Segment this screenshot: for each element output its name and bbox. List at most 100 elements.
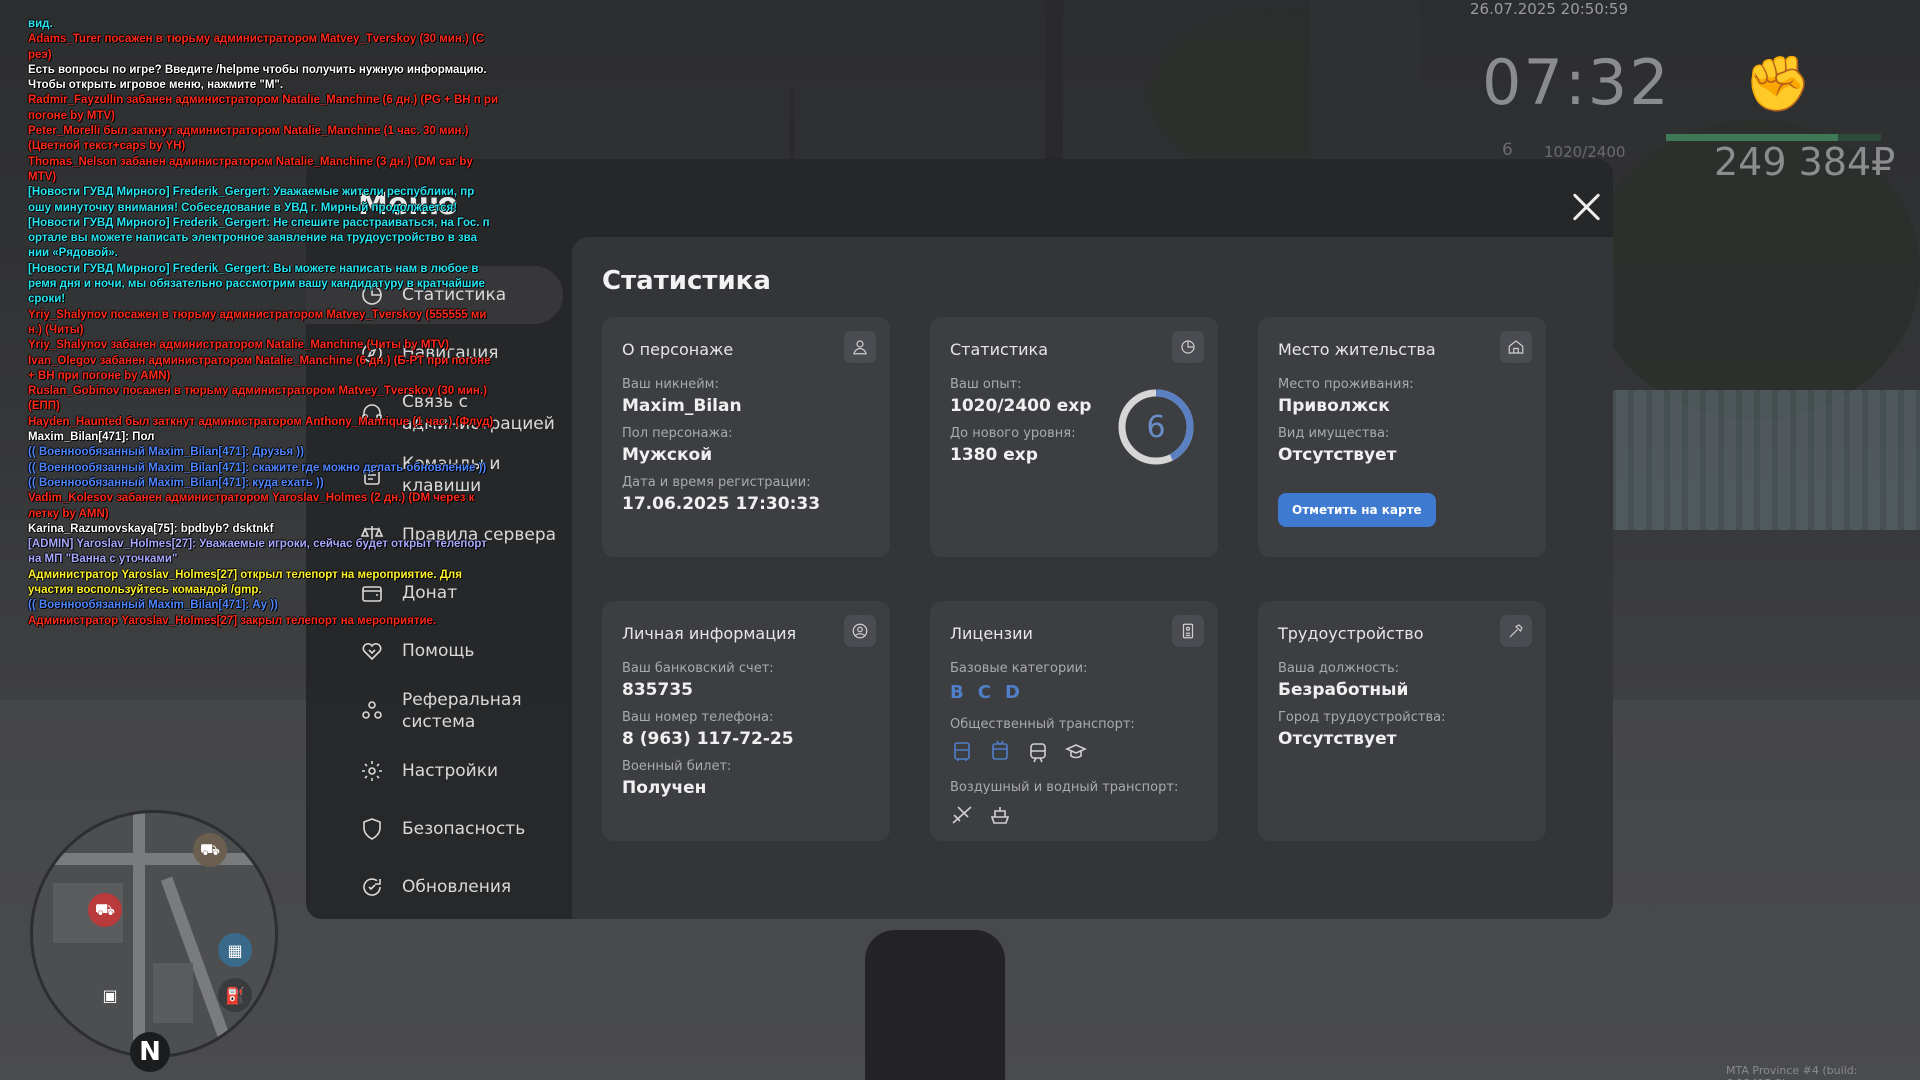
level-ring: 6 [1116,387,1196,467]
pie-chart-icon [1172,331,1204,363]
nav-label: Обновления [402,877,512,897]
military-value: Получен [622,778,707,798]
hammer-icon [1500,615,1532,647]
gender-value: Мужской [622,445,713,465]
nav-label: Безопасность [402,819,526,839]
field-label: Ваш никнейм: [622,377,719,392]
chat-line: Thomas_Nelson забанен администратором Na… [28,155,473,183]
document-icon [1172,615,1204,647]
handshake-icon [358,637,386,665]
user-circle-icon [844,615,876,647]
field-label: Общественный транспорт: [950,717,1135,732]
card-title: Лицензии [950,624,1033,643]
chat-line: [ADMIN] Yaroslav_Holmes[27]: Уважаемые и… [28,538,487,566]
license-categories: B C D [950,682,1198,703]
character-card: О персонаже Ваш никнейм: Maxim_Bilan Пол… [602,317,890,557]
field-label: Пол персонажа: [622,426,733,441]
field-label: Ваш номер телефона: [622,710,774,725]
house-icon [1500,331,1532,363]
chat-line: (( Военнообязанный Maxim_Bilan[471]: ска… [28,461,487,474]
chat-line: вид. [28,18,53,30]
server-datetime: 26.07.2025 20:50:59 [1470,0,1629,18]
license-category: D [1004,682,1020,703]
mark-on-map-button[interactable]: Отметить на карте [1278,493,1436,527]
chat-line: Чтобы открыть игровое меню, нажмите "M". [28,79,284,92]
chat-line: Администратор Yaroslav_Holmes[27] закрыл… [28,614,437,627]
level-value: 6 [1146,409,1166,445]
fist-icon: ✊ [1744,52,1812,115]
chat-line: Vadim_Kolesov забанен администратором Ya… [28,492,475,520]
hud-level: 6 [1502,140,1513,160]
plane-icon [950,803,974,831]
tram-icon [1026,740,1050,768]
pillar [1310,0,1420,160]
money-display: 249 384₽ [1714,140,1896,184]
ship-icon [988,803,1012,831]
chat-line: (( Военнообязанный Maxim_Bilan[471]: Дру… [28,446,304,459]
chat-line: [Новости ГУВД Мирного] Frederik_Gergert:… [28,216,490,260]
chat-line: Yriy_Shalynov посажен в тюрьму администр… [28,308,487,336]
statistics-content: Статистика О персонаже Ваш никнейм: Maxi… [572,237,1613,919]
chat-line: Ivan_Olegov забанен администратором Nata… [28,354,491,382]
content-title: Статистика [602,266,771,296]
license-category: C [977,682,991,703]
field-label: Базовые категории: [950,661,1088,676]
chat-line: Hayden_Haunted был заткнут администратор… [28,415,494,428]
card-title: Трудоустройство [1278,624,1424,643]
nav-label: Реферальная система [402,690,522,732]
gear-icon [358,757,386,785]
chat-line: Peter_Morelli был заткнут администраторо… [28,125,469,153]
chat-line: Maxim_Bilan[471]: Пол [28,431,155,444]
minimap-road [33,853,275,865]
menu-panel: Меню Статистика Навигация Связь с админи… [306,159,1613,919]
build-info: MTA Province #4 (build: 6.12415.9) [1726,1064,1858,1080]
field-label: Место проживания: [1278,377,1414,392]
nav-item-help[interactable]: Помощь [306,622,563,680]
chat-line: Yriy_Shalynov забанен администратором Na… [28,339,449,352]
field-label: Дата и время регистрации: [622,475,811,490]
nav-item-referral[interactable]: Реферальная система [306,680,563,742]
chat-line: (( Военнообязанный Maxim_Bilan[471]: Ау … [28,599,278,612]
people-icon [358,697,386,725]
minimap-road [133,813,145,1055]
field-label: Город трудоустройства: [1278,710,1446,725]
truck-icon: ⛟ [193,833,227,867]
minimap[interactable]: ⛟ ▦ ⛽ ⛟ ▣ [30,810,278,1058]
update-icon [358,873,386,901]
chat-line: Ruslan_Gobinov посажен в тюрьму админист… [28,385,487,413]
card-title: Статистика [950,340,1048,359]
shield-icon [358,815,386,843]
trolleybus-icon [988,740,1012,768]
licenses-card: Лицензии Базовые категории: B C D Общест… [930,601,1218,841]
bank-value: 835735 [622,680,693,700]
residence-card: Место жительства Место проживания: Приво… [1258,317,1546,557]
close-button[interactable] [1568,189,1604,225]
field-label: Вид имущества: [1278,426,1390,441]
chat-line: [Новости ГУВД Мирного] Frederik_Gergert:… [28,262,485,306]
chat-line: Karina_Razumovskaya[75]: bpdbyb? dsktnkf [28,522,274,535]
nav-item-security[interactable]: Безопасность [306,800,563,858]
game-clock: 07:32 [1482,46,1671,119]
bus-icon: ▣ [93,978,127,1012]
player-character [865,930,1005,1080]
gas-station-icon: ⛽ [218,978,252,1012]
nav-item-updates[interactable]: Обновления [306,858,563,916]
air-water-transport-icons [950,803,1198,831]
progress-card: Статистика Ваш опыт: 1020/2400 exp До но… [930,317,1218,557]
lamp-pole [790,90,794,160]
personal-card: Личная информация Ваш банковский счет: 8… [602,601,890,841]
nickname-value: Maxim_Bilan [622,396,742,416]
card-title: О персонаже [622,340,734,359]
chat-line: Есть вопросы по игре? Введите /helpme чт… [28,63,487,76]
field-label: Ваш банковский счет: [622,661,774,676]
chat-line: (( Военнообязанный Maxim_Bilan[471]: куд… [28,476,324,489]
license-category: B [950,682,964,703]
public-transport-icons [950,740,1198,768]
phone-value: 8 (963) 117-72-25 [622,729,794,749]
person-icon [844,331,876,363]
property-value: Отсутствует [1278,445,1397,465]
nav-label: Помощь [402,641,475,661]
nav-item-settings[interactable]: Настройки [306,742,563,800]
field-label: Воздушный и водный транспорт: [950,780,1179,795]
minimap-block [153,963,193,1023]
